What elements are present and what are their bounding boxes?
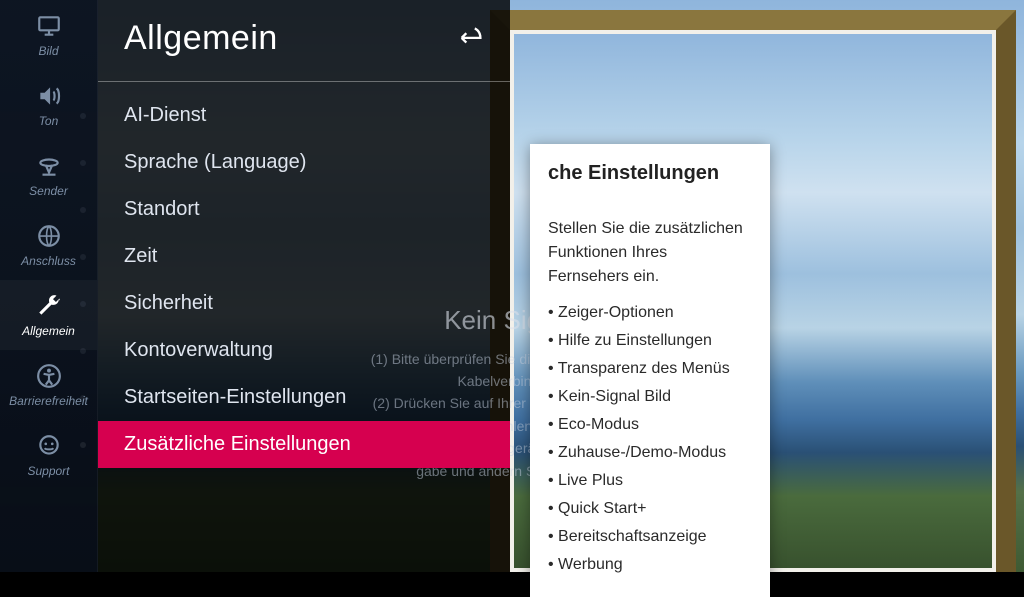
help-list-item: Live Plus: [548, 467, 752, 495]
sidebar-item-label: Ton: [39, 114, 59, 128]
help-list-item: Kein-Signal Bild: [548, 383, 752, 411]
back-button[interactable]: [450, 18, 492, 59]
back-arrow-icon: [456, 24, 486, 48]
help-list-item: Bereitschaftsanzeige: [548, 523, 752, 551]
sidebar-item-sender[interactable]: Sender: [0, 140, 97, 210]
menu-item-ai-dienst[interactable]: AI-Dienst: [98, 92, 510, 139]
speaker-icon: [34, 83, 64, 109]
menu-item-standort[interactable]: Standort: [98, 186, 510, 233]
menu-item-startseiten-einstellungen[interactable]: Startseiten-Einstellungen: [98, 374, 510, 421]
help-list-item: Werbung: [548, 551, 752, 579]
sidebar-item-allgemein[interactable]: Allgemein: [0, 280, 97, 350]
sidebar-item-anschluss[interactable]: Anschluss: [0, 210, 97, 280]
menu-item-sprache[interactable]: Sprache (Language): [98, 139, 510, 186]
menu-item-sicherheit[interactable]: Sicherheit: [98, 280, 510, 327]
sidebar-item-label: Allgemein: [22, 324, 75, 338]
connectivity-icon: [34, 223, 64, 249]
accessibility-icon: [34, 363, 64, 389]
sidebar-item-barrierefreiheit[interactable]: Barrierefreiheit: [0, 350, 97, 420]
help-list-item: Transparenz des Menüs: [548, 355, 752, 383]
sidebar-item-support[interactable]: Support: [0, 420, 97, 490]
support-icon: [34, 433, 64, 459]
help-description: Stellen Sie die zusätzlichen Funktionen …: [548, 217, 752, 289]
wrench-icon: [34, 293, 64, 319]
submenu-panel: Allgemein AI-Dienst Sprache (Language) S…: [98, 0, 510, 572]
sidebar-item-label: Anschluss: [21, 254, 76, 268]
dish-icon: [34, 153, 64, 179]
sidebar-item-label: Bild: [38, 44, 58, 58]
help-bullet-list: Zeiger-Optionen Hilfe zu Einstellungen T…: [548, 299, 752, 579]
sidebar-item-label: Barrierefreiheit: [9, 394, 88, 408]
menu-item-kontoverwaltung[interactable]: Kontoverwaltung: [98, 327, 510, 374]
menu-item-zeit[interactable]: Zeit: [98, 233, 510, 280]
help-title: che Einstellungen: [548, 162, 752, 185]
sidebar-item-label: Support: [27, 464, 69, 478]
submenu-title: Allgemein: [124, 19, 278, 58]
help-list-item: Zuhause-/Demo-Modus: [548, 439, 752, 467]
submenu-header: Allgemein: [98, 0, 510, 82]
sidebar-item-bild[interactable]: Bild: [0, 0, 97, 70]
sidebar-item-label: Sender: [29, 184, 68, 198]
submenu-list: AI-Dienst Sprache (Language) Standort Ze…: [98, 86, 510, 474]
help-list-item: Zeiger-Optionen: [548, 299, 752, 327]
help-list-item: Eco-Modus: [548, 411, 752, 439]
help-list-item: Hilfe zu Einstellungen: [548, 327, 752, 355]
settings-sidebar: Bild Ton Sender Anschluss Allgemein Barr…: [0, 0, 98, 572]
help-tooltip: che Einstellungen Stellen Sie die zusätz…: [530, 144, 770, 597]
menu-item-zusaetzliche-einstellungen[interactable]: Zusätzliche Einstellungen: [98, 421, 510, 468]
sidebar-item-ton[interactable]: Ton: [0, 70, 97, 140]
display-icon: [34, 13, 64, 39]
help-list-item: Quick Start+: [548, 495, 752, 523]
